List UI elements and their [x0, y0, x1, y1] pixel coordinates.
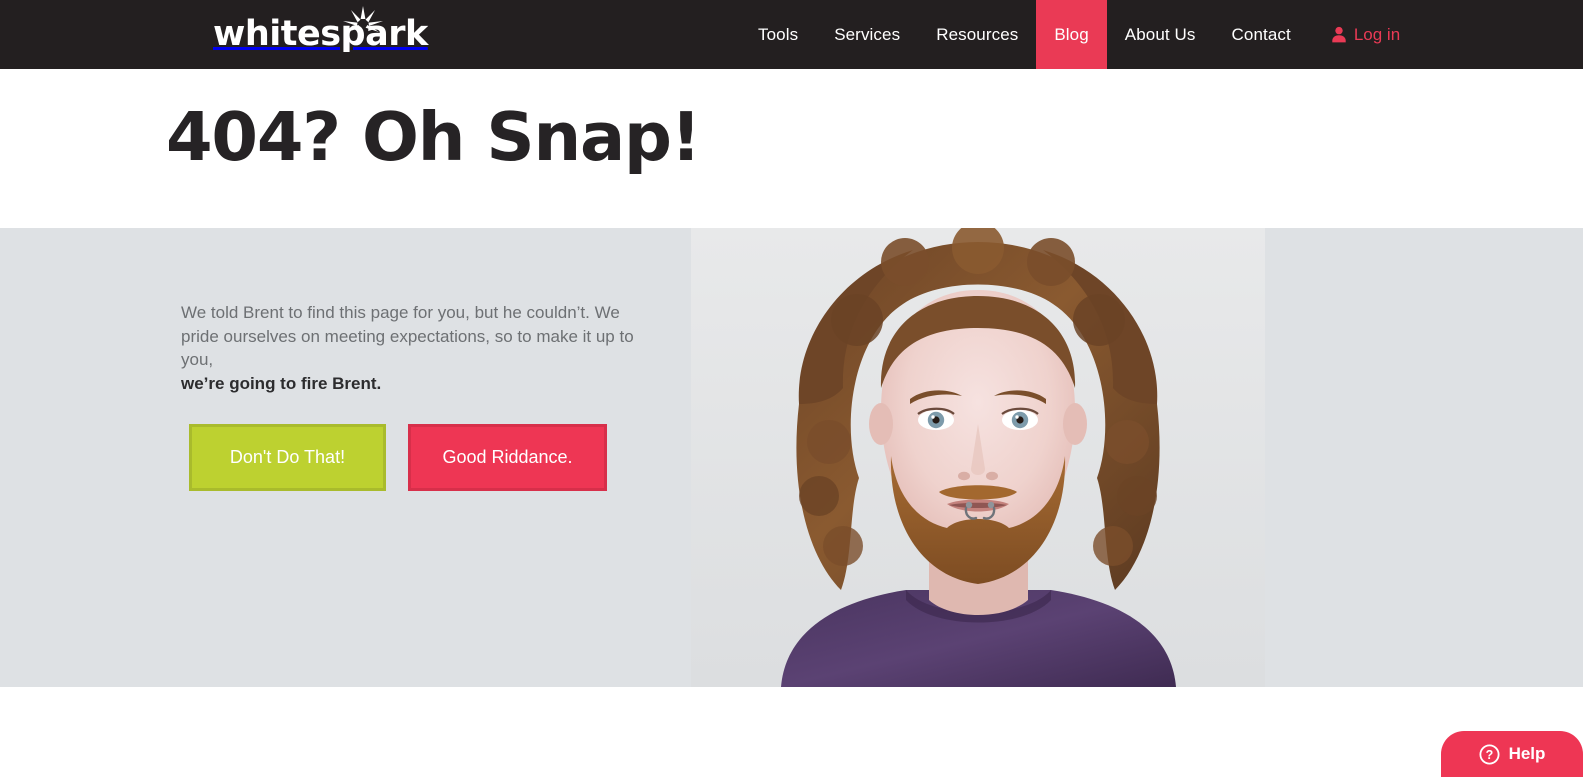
portrait-illustration	[691, 228, 1265, 687]
hero-body-text: We told Brent to find this page for you,…	[181, 301, 651, 395]
user-icon	[1332, 26, 1346, 43]
dont-do-that-button[interactable]: Don't Do That!	[189, 424, 386, 491]
hero-body-line-2: ourselves on meeting expectations, so to…	[181, 326, 634, 370]
svg-text:?: ?	[1485, 748, 1493, 762]
logo-wordmark: whitespark	[213, 14, 428, 54]
login-link[interactable]: Log in	[1309, 0, 1418, 69]
hero-actions: Don't Do That! Good Riddance.	[189, 424, 607, 491]
site-logo[interactable]: whitespark	[213, 6, 428, 58]
nav-item-services[interactable]: Services	[816, 0, 918, 69]
help-button[interactable]: ? Help	[1441, 731, 1583, 777]
nav-item-blog[interactable]: Blog	[1036, 0, 1107, 69]
page-title: 404? Oh Snap!	[166, 98, 701, 176]
help-label: Help	[1508, 744, 1546, 763]
hero-section: We told Brent to find this page for you,…	[0, 228, 1583, 687]
nav-item-contact[interactable]: Contact	[1214, 0, 1309, 69]
nav-item-resources[interactable]: Resources	[918, 0, 1036, 69]
nav-item-about-us[interactable]: About Us	[1107, 0, 1214, 69]
hero-emphasis-text: we’re going to fire Brent.	[181, 373, 382, 393]
good-riddance-button[interactable]: Good Riddance.	[408, 424, 607, 491]
question-mark-circle-icon: ?	[1479, 743, 1500, 765]
hero-copy: We told Brent to find this page for you,…	[181, 301, 651, 395]
login-label: Log in	[1353, 24, 1401, 44]
site-header: whitespark Tools Services Resources Blog…	[0, 0, 1583, 69]
brent-portrait-photo	[691, 228, 1265, 687]
main-navigation: Tools Services Resources Blog About Us C…	[740, 0, 1418, 69]
nav-item-tools[interactable]: Tools	[740, 0, 816, 69]
below-fold-area: ? Help	[0, 687, 1583, 777]
title-band: 404? Oh Snap!	[0, 69, 1583, 228]
